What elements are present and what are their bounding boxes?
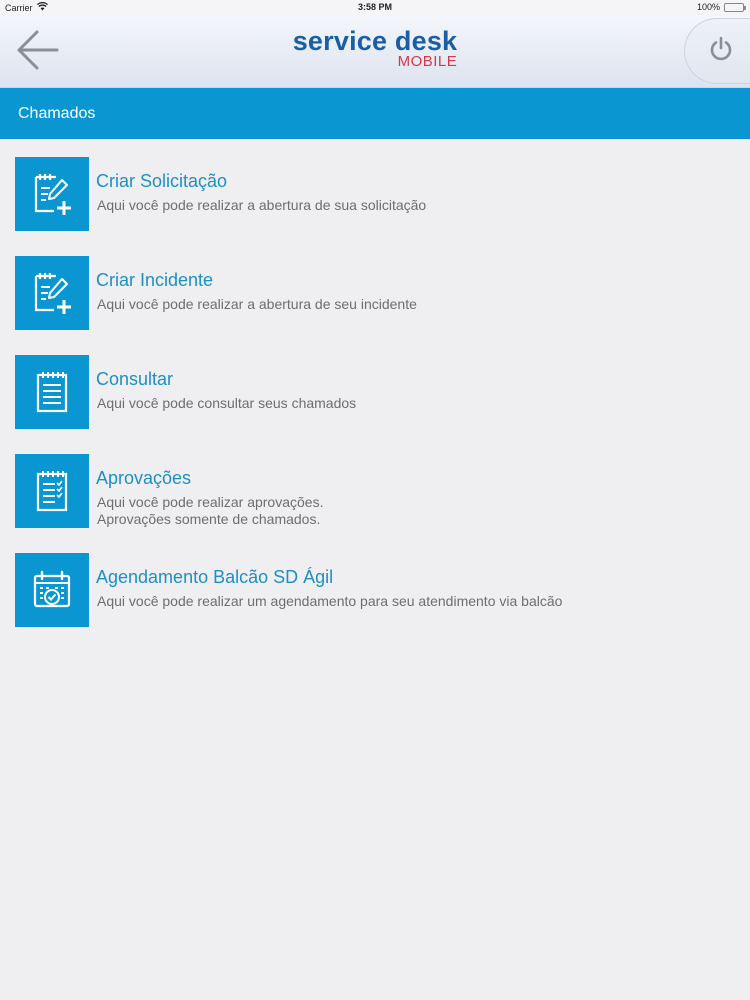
menu-item-title: Aprovações	[96, 468, 192, 488]
menu-item-desc: Aqui você pode consultar seus chamados	[97, 395, 356, 412]
menu-item-desc: Aqui você pode realizar aprovações. Apro…	[97, 494, 323, 528]
app-logo: service desk MOBILE	[0, 28, 750, 71]
menu-item-desc-line: Aqui você pode realizar um agendamento p…	[97, 593, 563, 609]
menu-item-title: Criar Incidente	[96, 270, 214, 290]
menu-item-agendamento[interactable]: Agendamento Balcão SD Ágil Aqui você pod…	[15, 553, 735, 627]
menu-item-desc: Aqui você pode realizar um agendamento p…	[97, 593, 562, 610]
power-icon	[707, 35, 735, 68]
menu-item-criar-solicitacao[interactable]: Criar Solicitação Aqui você pode realiza…	[15, 157, 735, 231]
menu-item-desc-line: Aqui você pode realizar aprovações.	[97, 494, 324, 510]
menu-item-desc: Aqui você pode realizar a abertura de su…	[97, 197, 426, 214]
menu-item-title: Consultar	[96, 369, 174, 389]
status-bar: Carrier 3:58 PM 100%	[0, 0, 750, 16]
document-checklist-icon	[15, 454, 89, 528]
menu-item-desc-line: Aqui você pode realizar a abertura de su…	[97, 197, 427, 213]
app-header: service desk MOBILE	[0, 16, 750, 88]
menu-item-desc-line: Aprovações somente de chamados.	[97, 511, 321, 527]
battery-percent: 100%	[696, 2, 720, 12]
menu-item-aprovacoes[interactable]: Aprovações Aqui você pode realizar aprov…	[15, 454, 735, 528]
status-time: 3:58 PM	[357, 2, 392, 12]
edit-add-document-icon	[15, 157, 89, 231]
edit-add-document-icon	[15, 256, 89, 330]
document-list-icon	[15, 355, 89, 429]
menu-item-desc-line: Aqui você pode consultar seus chamados	[97, 395, 357, 411]
section-header: Chamados	[0, 88, 750, 139]
menu-item-title: Criar Solicitação	[96, 171, 228, 191]
menu-item-title: Agendamento Balcão SD Ágil	[96, 567, 334, 587]
calendar-check-icon	[15, 553, 89, 627]
battery-icon	[724, 2, 746, 12]
logout-button[interactable]	[684, 18, 750, 84]
logo-sub-text: MOBILE	[397, 53, 458, 70]
menu-item-desc: Aqui você pode realizar a abertura de se…	[97, 296, 417, 313]
section-title: Chamados	[18, 104, 96, 122]
menu-item-consultar[interactable]: Consultar Aqui você pode consultar seus …	[15, 355, 735, 429]
menu-list: Criar Solicitação Aqui você pode realiza…	[15, 157, 735, 652]
menu-item-desc-line: Aqui você pode realizar a abertura de se…	[97, 296, 417, 312]
menu-item-criar-incidente[interactable]: Criar Incidente Aqui você pode realizar …	[15, 256, 735, 330]
logo-main-text: service desk	[292, 26, 458, 56]
status-right: 100%	[696, 2, 746, 12]
